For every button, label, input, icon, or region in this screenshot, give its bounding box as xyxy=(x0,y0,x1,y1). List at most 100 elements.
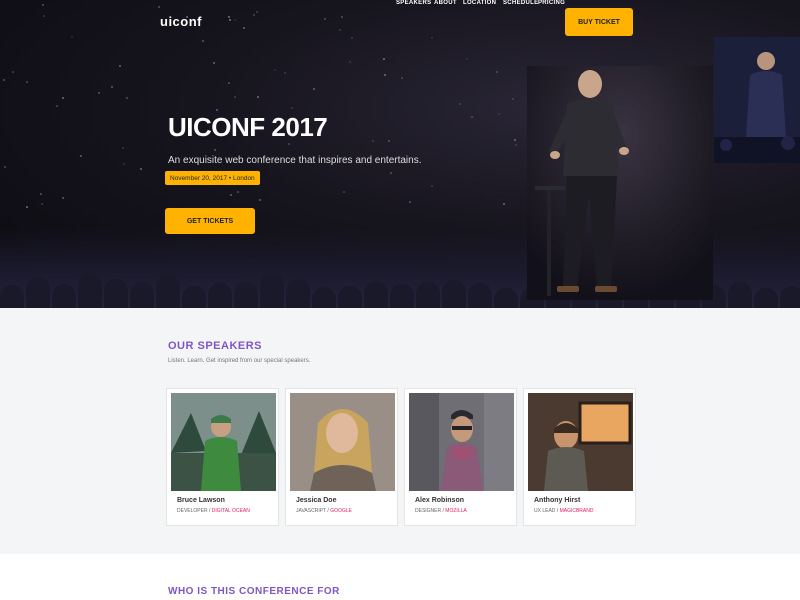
star-dot xyxy=(229,19,231,21)
speaker-role-title: JAVASCRIPT xyxy=(296,508,327,514)
star-dot xyxy=(80,155,82,157)
nav-location[interactable]: LOCATION xyxy=(463,0,496,6)
star-dot xyxy=(40,193,42,195)
star-dot xyxy=(123,163,125,165)
star-dot xyxy=(230,194,232,196)
star-dot xyxy=(512,98,514,100)
audience-head xyxy=(780,286,800,308)
event-date-badge[interactable]: November 20, 2017 • London xyxy=(165,171,260,185)
star-dot xyxy=(71,36,73,38)
star-dot xyxy=(514,139,516,141)
star-dot xyxy=(324,18,326,20)
star-dot xyxy=(140,168,142,170)
hero-title: UICONF 2017 xyxy=(168,112,328,143)
nav-about[interactable]: ABOUT xyxy=(434,0,457,6)
speaker-company: MOZILLA xyxy=(445,508,467,514)
star-dot xyxy=(384,74,386,76)
nav-pricing[interactable]: PRICING xyxy=(538,0,565,6)
star-dot xyxy=(3,79,5,81)
star-dot xyxy=(515,144,517,146)
audience-head xyxy=(260,274,284,308)
speaker-card[interactable]: Alex Robinson DESIGNER / MOZILLA xyxy=(404,388,517,526)
star-dot xyxy=(274,69,276,71)
audience-head xyxy=(104,279,128,308)
hero-section: uiconf SPEAKERS ABOUT LOCATION SCHEDULE … xyxy=(0,0,800,308)
speaker-card[interactable]: Jessica Doe JAVASCRIPT / GOOGLE xyxy=(285,388,398,526)
site-logo[interactable]: uiconf xyxy=(160,14,202,29)
nav-schedule[interactable]: SCHEDULE xyxy=(503,0,538,6)
star-dot xyxy=(119,65,121,67)
star-dot xyxy=(291,107,293,109)
star-dot xyxy=(12,71,14,73)
speaker-photo xyxy=(171,393,276,491)
star-dot xyxy=(349,61,351,63)
star-dot xyxy=(257,96,259,98)
speakers-title: OUR SPEAKERS xyxy=(168,340,263,352)
star-dot xyxy=(339,29,341,31)
speakers-section: OUR SPEAKERS Listen. Learn. Get inspired… xyxy=(0,308,800,554)
speaker-role-title: DEVELOPER xyxy=(177,508,208,514)
nav-speakers[interactable]: SPEAKERS xyxy=(396,0,431,6)
star-dot xyxy=(56,105,58,107)
buy-ticket-button[interactable]: BUY TICKET xyxy=(565,8,633,36)
star-dot xyxy=(98,92,100,94)
star-dot xyxy=(409,201,411,203)
hero-speaker-image xyxy=(527,66,713,300)
star-dot xyxy=(256,11,258,13)
audience-head xyxy=(728,282,752,308)
star-dot xyxy=(62,97,64,99)
star-dot xyxy=(372,140,374,142)
audience-head xyxy=(754,288,778,308)
speaker-name: Anthony Hirst xyxy=(534,497,581,504)
star-dot xyxy=(42,4,44,6)
star-dot xyxy=(228,82,230,84)
speaker-role: UX LEAD / MAGICBRAND xyxy=(534,508,594,514)
star-dot xyxy=(351,37,353,39)
star-dot xyxy=(471,116,473,118)
star-dot xyxy=(341,16,343,18)
audience-head xyxy=(312,287,336,308)
star-dot xyxy=(496,71,498,73)
star-dot xyxy=(111,86,113,88)
star-dot xyxy=(466,58,468,60)
star-dot xyxy=(259,199,261,201)
speaker-photo xyxy=(528,393,633,491)
star-dot xyxy=(503,203,505,205)
star-dot xyxy=(237,191,239,193)
star-dot xyxy=(43,15,45,17)
star-dot xyxy=(383,58,385,60)
speaker-role: DESIGNER / MOZILLA xyxy=(415,508,467,514)
star-dot xyxy=(253,14,255,16)
get-tickets-button[interactable]: GET TICKETS xyxy=(165,208,255,234)
audience-head xyxy=(442,280,466,308)
star-dot xyxy=(26,81,28,83)
speaker-name: Alex Robinson xyxy=(415,497,465,504)
audience-head xyxy=(338,286,362,308)
hero-side-image xyxy=(714,37,800,163)
star-dot xyxy=(26,206,28,208)
star-dot xyxy=(41,203,43,205)
audience-head xyxy=(208,283,232,308)
speaker-card[interactable]: Anthony Hirst UX LEAD / MAGICBRAND xyxy=(523,388,636,526)
speaker-photo xyxy=(290,393,395,491)
hero-title-year: 2017 xyxy=(271,112,328,142)
star-dot xyxy=(234,96,236,98)
star-dot xyxy=(288,143,290,145)
audience-head xyxy=(130,282,154,308)
star-dot xyxy=(431,185,433,187)
audience-title: WHO IS THIS CONFERENCE FOR xyxy=(168,586,340,597)
audience-head xyxy=(26,277,50,308)
speaker-role: DEVELOPER / DIGITAL OCEAN xyxy=(177,508,250,514)
audience-head xyxy=(364,281,388,308)
audience-head xyxy=(0,285,24,308)
speaker-photo xyxy=(409,393,514,491)
star-dot xyxy=(4,166,6,168)
speaker-company: DIGITAL OCEAN xyxy=(211,508,250,514)
star-dot xyxy=(459,103,461,105)
audience-head xyxy=(234,282,258,308)
audience-head xyxy=(416,282,440,308)
speaker-card[interactable]: Bruce Lawson DEVELOPER / DIGITAL OCEAN xyxy=(166,388,279,526)
star-dot xyxy=(313,88,315,90)
speaker-role-title: DESIGNER xyxy=(415,508,442,514)
hero-title-text: UICONF xyxy=(168,112,265,142)
